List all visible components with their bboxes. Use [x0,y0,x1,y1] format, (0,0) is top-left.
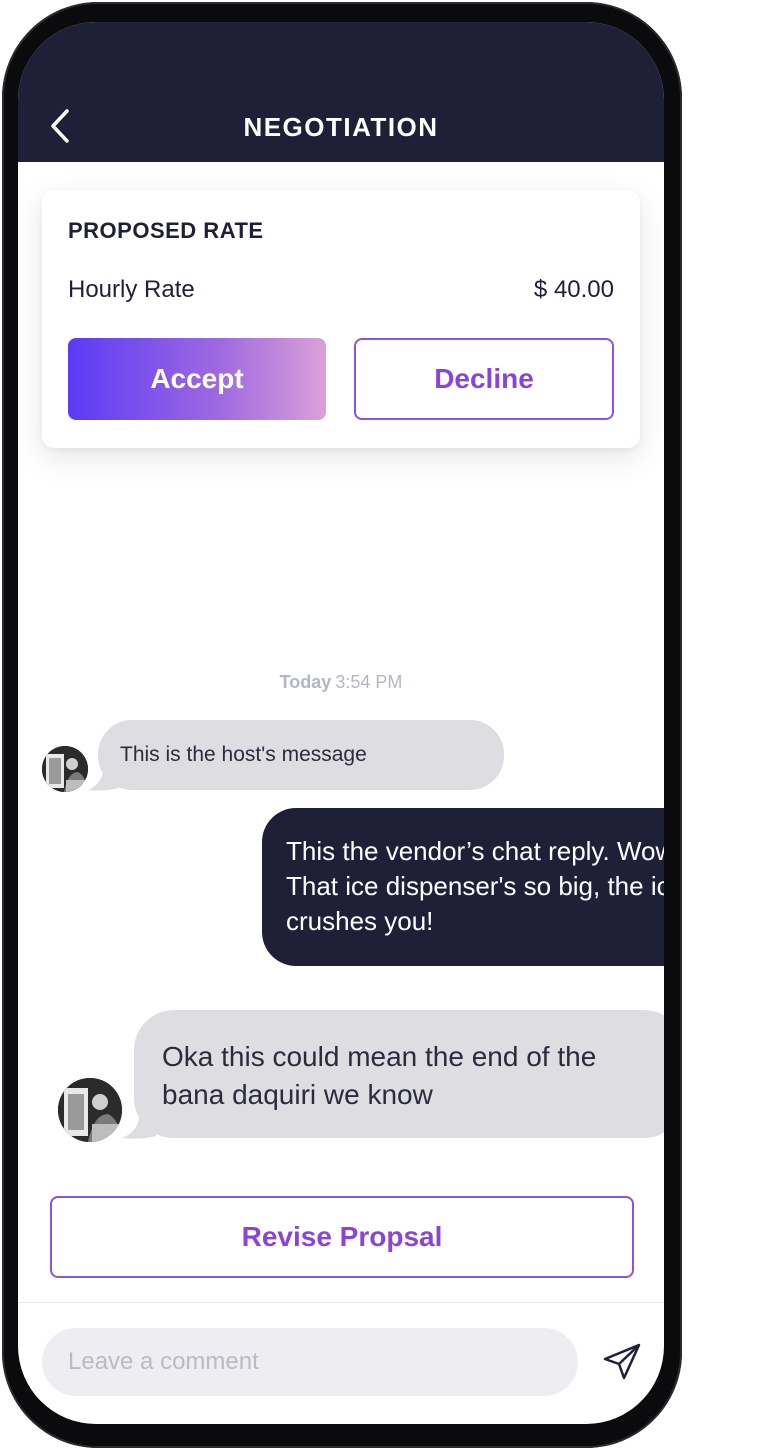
page-title: NEGOTIATION [243,112,439,142]
host-avatar [58,1078,122,1142]
send-button[interactable] [598,1340,646,1384]
avatar-photo [42,746,88,792]
timestamp-day: Today [279,672,332,692]
host-message-bubble: Oka this could mean the end of the bana … [134,1010,664,1138]
chat-timestamp: Today 3:54 PM [18,672,664,693]
revise-proposal-button[interactable]: Revise Propsal [50,1196,634,1278]
send-icon [603,1343,641,1380]
vendor-message-bubble: This the vendor’s chat reply. Wow! That … [262,808,664,966]
timestamp-time: 3:54 PM [335,672,403,692]
phone-frame: NEGOTIATION PROPOSED RATE Hourly Rate $ … [2,2,682,1448]
rate-value: $ 40.00 [533,276,614,303]
proposal-title: PROPOSED RATE [68,218,264,243]
decline-button[interactable]: Decline [354,338,614,420]
comment-input[interactable] [42,1328,578,1396]
app-screen: NEGOTIATION PROPOSED RATE Hourly Rate $ … [18,22,664,1424]
accept-button[interactable]: Accept [68,338,326,420]
avatar-photo [58,1078,122,1142]
proposal-card: PROPOSED RATE Hourly Rate $ 40.00 Accept… [42,190,640,448]
host-message-bubble: This is the host's message [98,720,504,790]
app-header: NEGOTIATION [18,22,664,162]
rate-label: Hourly Rate [68,276,195,303]
host-avatar [42,746,88,792]
composer-divider [18,1302,664,1303]
